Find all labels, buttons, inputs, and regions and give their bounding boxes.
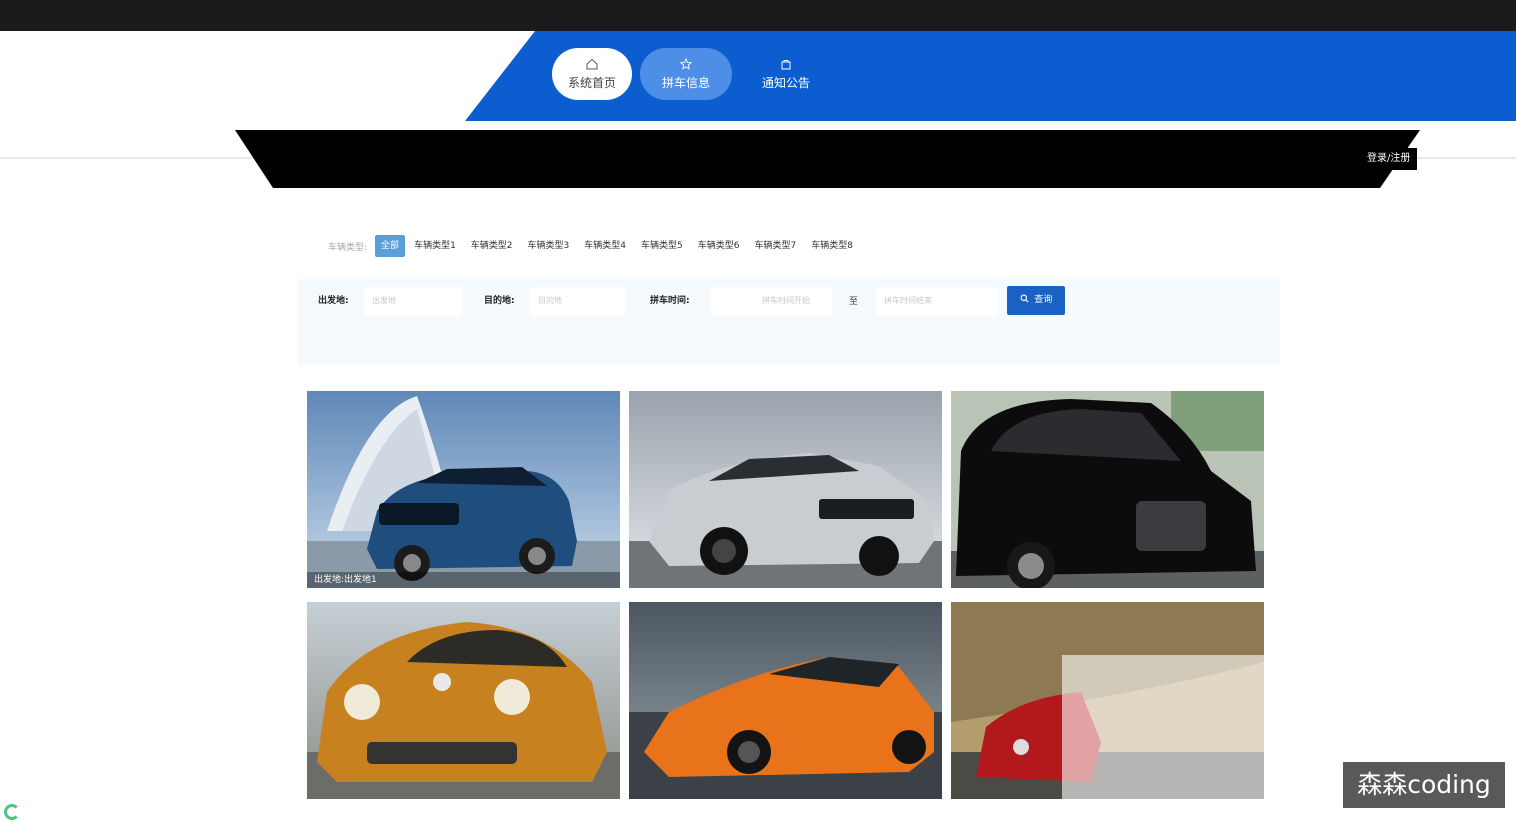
vehicle-type-label: 车辆类型: xyxy=(328,242,368,253)
type-chip-8[interactable]: 车辆类型8 xyxy=(805,235,859,257)
search-button[interactable]: 查询 xyxy=(1007,286,1065,315)
nav-home[interactable]: 系统首页 xyxy=(552,48,632,100)
video-watermark: 森森coding xyxy=(1343,762,1505,808)
type-chip-3[interactable]: 车辆类型3 xyxy=(522,235,576,257)
type-chip-6[interactable]: 车辆类型6 xyxy=(692,235,746,257)
time-label: 拼车时间: xyxy=(650,296,690,306)
bag-icon xyxy=(780,58,792,72)
type-chip-all[interactable]: 全部 xyxy=(375,235,406,257)
nav-notices-label: 通知公告 xyxy=(761,75,810,90)
search-button-label: 查询 xyxy=(1034,295,1053,305)
home-icon xyxy=(586,58,598,72)
time-separator: 至 xyxy=(849,297,859,307)
type-chip-7[interactable]: 车辆类型7 xyxy=(748,235,802,257)
card-1-caption: 出发地:出发地1 xyxy=(307,572,620,588)
type-chip-2[interactable]: 车辆类型2 xyxy=(465,235,519,257)
browser-top-bar xyxy=(0,0,1516,31)
destination-label: 目的地: xyxy=(484,296,515,306)
star-icon xyxy=(679,57,693,72)
card-2-image xyxy=(629,391,942,588)
blurred-overlay xyxy=(1062,655,1292,818)
type-chip-4[interactable]: 车辆类型4 xyxy=(578,235,632,257)
nav-carpool-label: 拼车信息 xyxy=(661,75,710,90)
card-3-image xyxy=(951,391,1264,588)
origin-label: 出发地: xyxy=(318,296,349,306)
destination-input[interactable]: 目的地 xyxy=(530,287,626,315)
nav-home-label: 系统首页 xyxy=(567,75,616,90)
black-banner xyxy=(0,128,1516,190)
carpool-card-3[interactable] xyxy=(951,391,1264,588)
carpool-card-4[interactable] xyxy=(307,602,620,799)
card-1-image xyxy=(307,391,620,588)
vehicle-type-filter: 车辆类型: 全部 车辆类型1 车辆类型2 车辆类型3 车辆类型4 车辆类型5 车… xyxy=(328,235,862,257)
carpool-card-5[interactable] xyxy=(629,602,942,799)
card-5-image xyxy=(629,602,942,799)
time-start-input[interactable]: 拼车时间开始 xyxy=(710,287,832,315)
main-nav: 系统首页 拼车信息 通知公告 xyxy=(552,48,832,100)
type-chip-5[interactable]: 车辆类型5 xyxy=(635,235,689,257)
black-banner-shape xyxy=(235,130,1420,188)
origin-input[interactable]: 出发地 xyxy=(364,287,462,315)
carpool-card-2[interactable] xyxy=(629,391,942,588)
type-chip-1[interactable]: 车辆类型1 xyxy=(408,235,462,257)
login-register-button[interactable]: 登录/注册 xyxy=(1360,148,1418,170)
search-panel: 出发地: 出发地 目的地: 目的地 拼车时间: 拼车时间开始 至 拼车时间结束 … xyxy=(298,279,1280,365)
carpool-card-1[interactable]: 出发地:出发地1 xyxy=(307,391,620,588)
search-icon xyxy=(1020,294,1035,305)
nav-notices[interactable]: 通知公告 xyxy=(740,48,832,100)
nav-carpool-info[interactable]: 拼车信息 xyxy=(640,48,732,100)
card-4-image xyxy=(307,602,620,799)
time-end-input[interactable]: 拼车时间结束 xyxy=(876,287,998,315)
